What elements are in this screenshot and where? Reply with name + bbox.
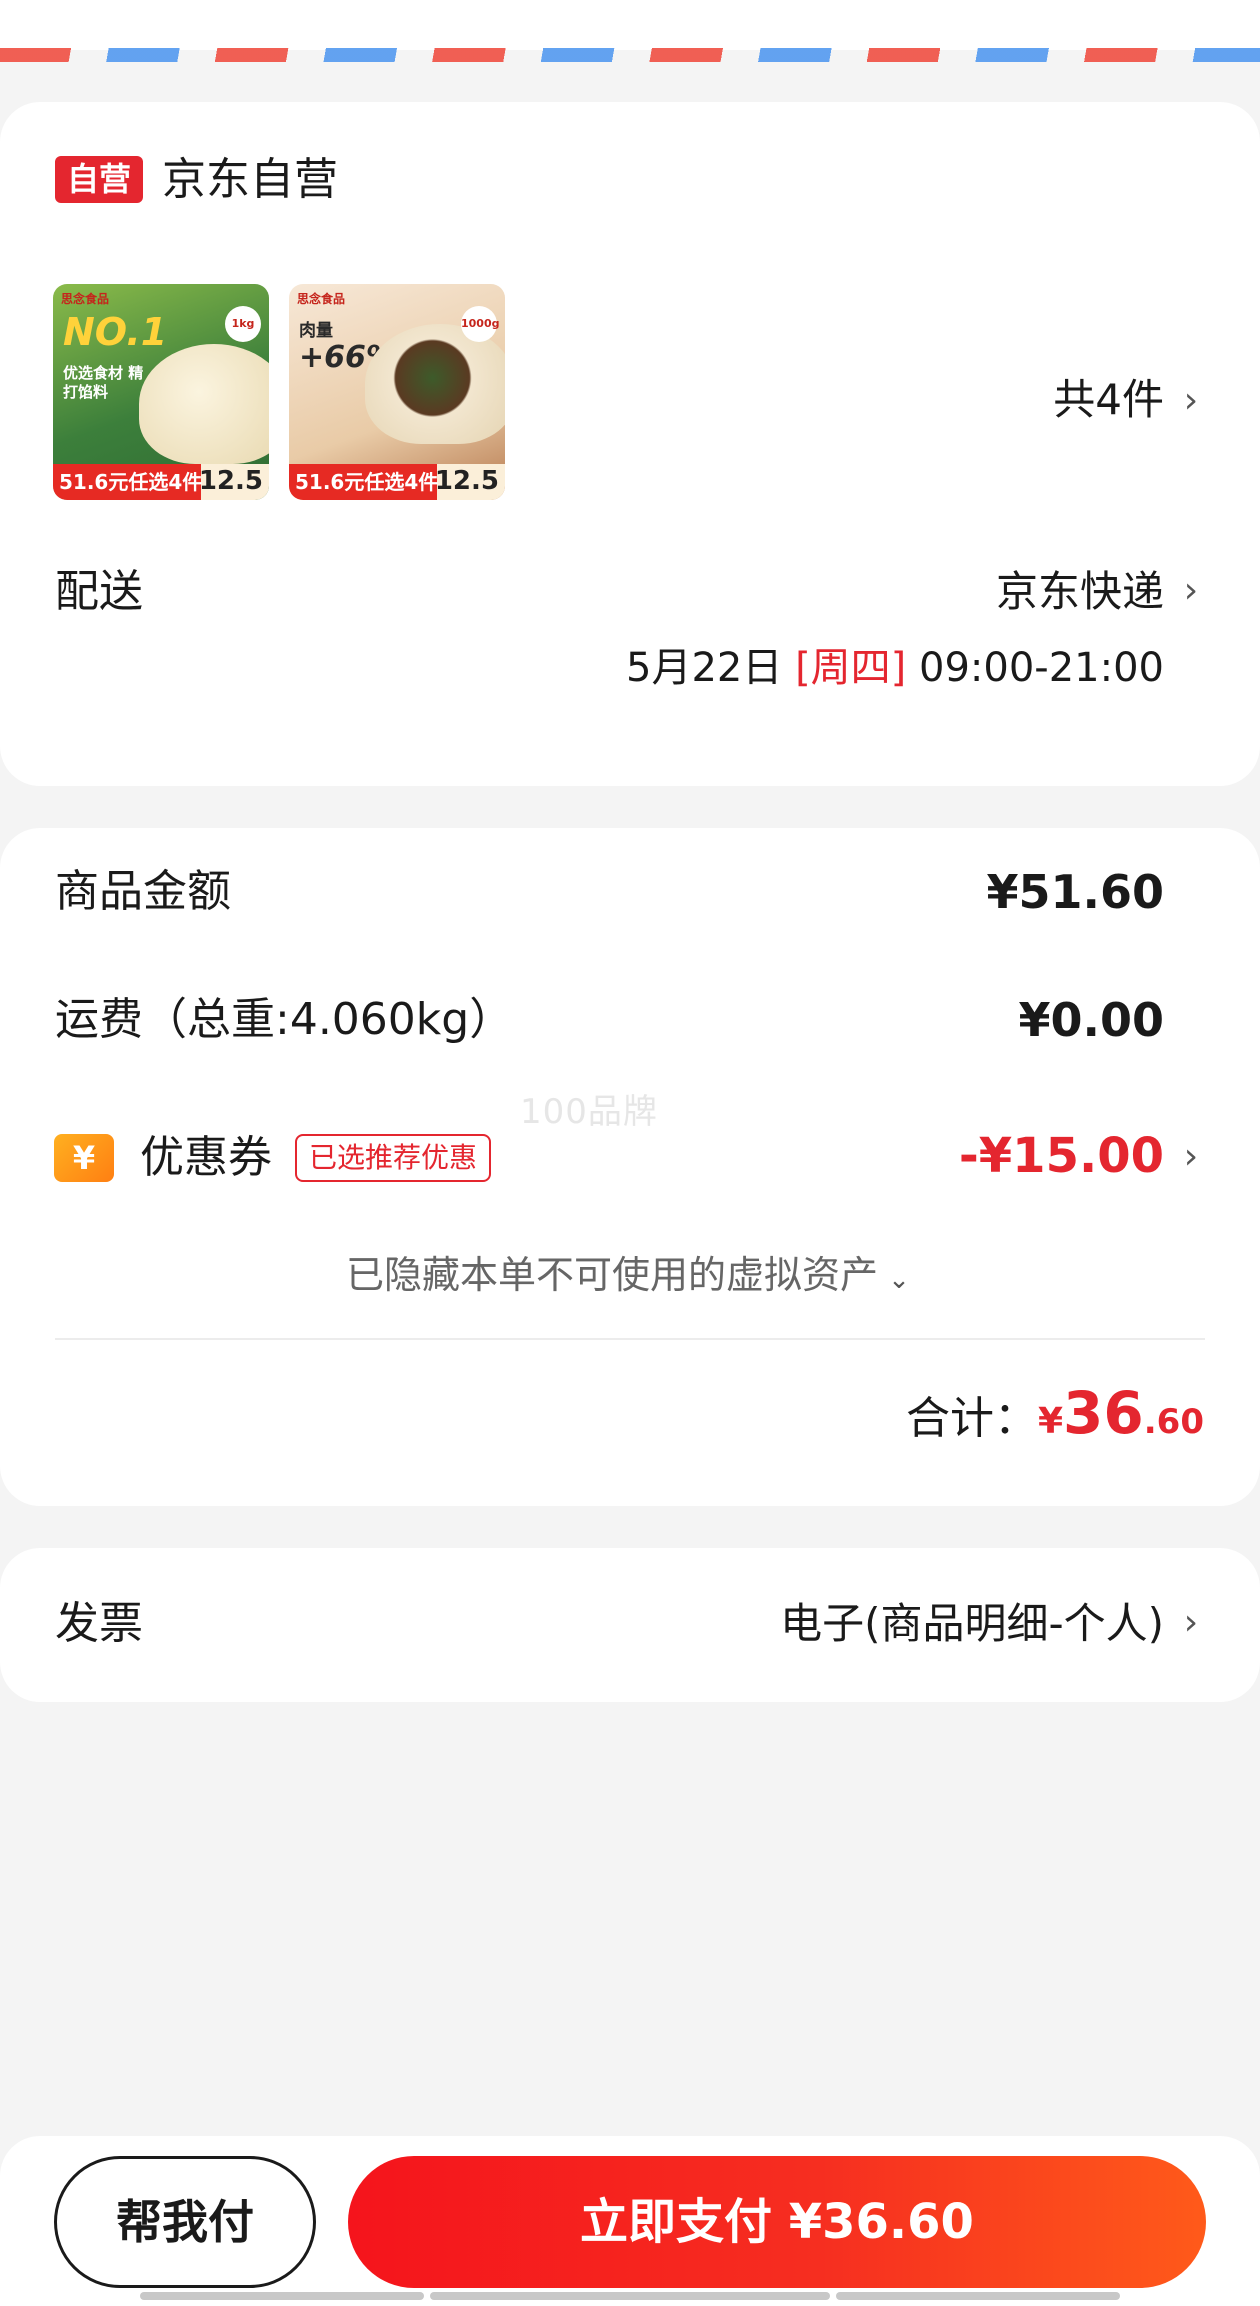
home-indicator <box>836 2292 1120 2300</box>
dumpling-image <box>365 324 505 444</box>
goods-amount-value: ¥51.60 <box>986 865 1164 919</box>
help-me-pay-button[interactable]: 帮我付 <box>54 2156 316 2288</box>
delivery-method[interactable]: 京东快递 <box>996 564 1164 620</box>
product-price-band: 51.6元任选4件 12.5 <box>289 464 505 500</box>
airmail-border-decoration <box>0 48 1260 62</box>
self-operated-badge: 自营 <box>55 156 143 203</box>
shipping-fee-value: ¥0.00 <box>1018 993 1164 1047</box>
product-headline: NO.1 <box>63 310 168 354</box>
divider <box>55 1338 1205 1340</box>
delivery-weekday: [周四] <box>795 645 907 691</box>
total-integer: 36 <box>1063 1379 1144 1447</box>
pay-now-button[interactable]: 立即支付 ¥36.60 <box>348 2156 1206 2288</box>
total-currency: ¥ <box>1037 1401 1064 1442</box>
payment-bar: 帮我付 立即支付 ¥36.60 <box>0 2136 1260 2306</box>
invoice-card[interactable]: 发票 电子(商品明细-个人) › <box>0 1548 1260 1702</box>
invoice-label: 发票 <box>55 1598 143 1649</box>
chevron-right-icon[interactable]: › <box>1180 572 1202 610</box>
page-top <box>0 0 1260 50</box>
delivery-time-slot[interactable]: 5月22日 [周四] 09:00-21:00 <box>626 640 1164 696</box>
coupon-label[interactable]: 优惠券 <box>140 1130 272 1186</box>
delivery-label: 配送 <box>55 566 143 617</box>
product-weight-badge: 1000g <box>461 306 500 342</box>
total-decimal: .60 <box>1143 1402 1204 1442</box>
delivery-date: 5月22日 <box>626 645 783 691</box>
product-tagline: 肉量 <box>299 321 333 341</box>
product-price: 12.5 <box>434 466 499 496</box>
chevron-right-icon[interactable]: › <box>1180 1604 1202 1642</box>
product-promo: 51.6元任选4件 <box>289 464 438 500</box>
item-count[interactable]: 共4件 <box>1053 372 1164 428</box>
product-price: 12.5 <box>198 466 263 496</box>
price-summary-card: 商品金额 ¥51.60 运费（总重:4.060kg） ¥0.00 100品牌 ¥… <box>0 828 1260 1506</box>
coupon-yen-icon: ¥ <box>54 1134 114 1182</box>
recommended-discount-tag: 已选推荐优惠 <box>295 1134 492 1182</box>
coupon-discount-value[interactable]: -¥15.00 <box>959 1128 1164 1184</box>
product-price-band: 51.6元任选4件 12.5 <box>53 464 269 500</box>
home-indicator <box>430 2292 830 2300</box>
product-brand: 思念食品 <box>297 292 346 306</box>
chevron-right-icon[interactable]: › <box>1180 1138 1202 1176</box>
order-items-card: 自营 京东自营 思念食品 NO.1 优选食材 精打馅料 1kg 51.6元任选4… <box>0 102 1260 786</box>
delivery-time: 09:00-21:00 <box>919 645 1164 691</box>
product-weight-badge: 1kg <box>225 306 261 342</box>
store-name[interactable]: 京东自营 <box>162 152 338 208</box>
total-label: 合计： <box>905 1393 1038 1444</box>
order-total: 合计：¥36.60 <box>906 1378 1204 1463</box>
shipping-fee-label: 运费（总重:4.060kg） <box>55 994 514 1045</box>
product-brand: 思念食品 <box>61 292 110 306</box>
product-promo: 51.6元任选4件 <box>53 464 202 500</box>
watermark: 100品牌 <box>520 1092 658 1132</box>
product-thumbnail[interactable]: 思念食品 肉量 +66% 1000g 51.6元任选4件 12.5 <box>289 284 505 500</box>
hidden-virtual-assets-toggle[interactable]: 已隐藏本单不可使用的虚拟资产 ⌄ <box>0 1250 1260 1305</box>
product-thumbnail[interactable]: 思念食品 NO.1 优选食材 精打馅料 1kg 51.6元任选4件 12.5 <box>53 284 269 500</box>
dumpling-image <box>139 344 269 464</box>
chevron-right-icon[interactable]: › <box>1180 382 1202 420</box>
goods-amount-label: 商品金额 <box>55 866 231 917</box>
home-indicator <box>140 2292 424 2300</box>
hidden-assets-text: 已隐藏本单不可使用的虚拟资产 <box>345 1253 878 1297</box>
invoice-type[interactable]: 电子(商品明细-个人) <box>780 1596 1164 1652</box>
chevron-down-icon: ⌄ <box>888 1265 910 1295</box>
